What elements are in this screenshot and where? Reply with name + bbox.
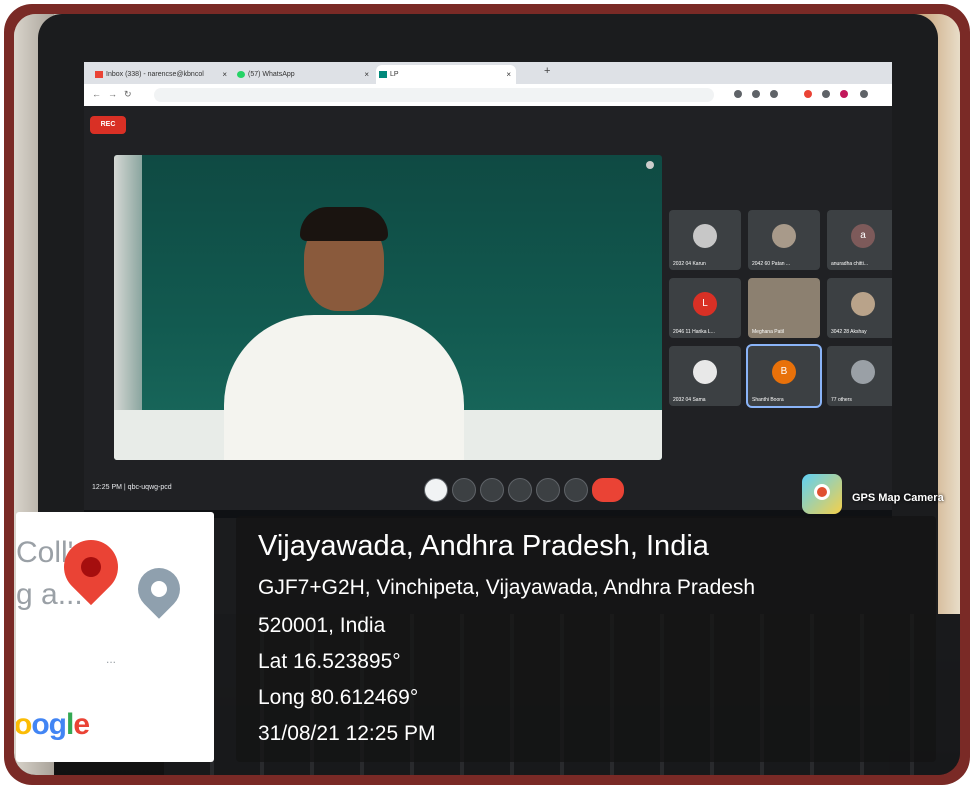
mic-off-icon (646, 161, 654, 169)
back-icon[interactable]: ← (92, 89, 101, 99)
avatar (851, 292, 875, 316)
longitude: Long 80.612469° (258, 686, 419, 709)
participant-tile[interactable]: 2032 04 Sama (669, 346, 741, 406)
camera-icon[interactable] (734, 90, 742, 98)
leave-call-button[interactable] (592, 478, 624, 502)
whatsapp-icon (237, 71, 245, 78)
others-tile[interactable]: 77 others (827, 346, 892, 406)
avatar (772, 224, 796, 248)
puzzle-icon[interactable] (822, 90, 830, 98)
more-options-button[interactable] (564, 478, 588, 502)
speaker-body (224, 315, 464, 460)
reload-icon[interactable]: ↻ (124, 89, 132, 100)
extension-icon[interactable] (804, 90, 812, 98)
participant-tile[interactable]: L 2046 11 Harika L... (669, 278, 741, 338)
mic-button[interactable] (424, 478, 448, 502)
address-line: GJF7+G2H, Vinchipeta, Vijayawada, Andhra… (258, 576, 756, 599)
avatar (693, 224, 717, 248)
close-icon[interactable]: × (364, 65, 369, 84)
present-button[interactable] (536, 478, 560, 502)
forward-icon[interactable]: → (108, 89, 117, 99)
avatar: a (851, 224, 875, 248)
participant-tile[interactable]: 2042 60 Patan ... (748, 210, 820, 270)
menu-icon[interactable] (860, 90, 868, 98)
participant-tile[interactable]: 3042 28 Akshay (827, 278, 892, 338)
main-video (114, 155, 662, 460)
meeting-time: 12:25 PM | qbc-uqwg-pcd (92, 484, 172, 491)
avatar (693, 360, 717, 384)
camera-button[interactable] (452, 478, 476, 502)
google-logo: oogle (16, 708, 90, 741)
address-bar-row: ← → ↻ (84, 84, 892, 106)
new-tab-button[interactable]: + (544, 65, 550, 77)
avatar (851, 360, 875, 384)
avatar[interactable] (840, 90, 848, 98)
rec-badge: REC (90, 116, 126, 134)
location-title: Vijayawada, Andhra Pradesh, India (258, 530, 709, 562)
participant-tile[interactable]: 2032 04 Karun (669, 210, 741, 270)
gmail-icon (95, 71, 103, 78)
laptop-screen: Inbox (338) - narencse@kbncol × (57) What… (84, 62, 892, 518)
latitude: Lat 16.523895° (258, 650, 401, 673)
captions-button[interactable] (480, 478, 504, 502)
star-icon[interactable] (770, 90, 778, 98)
place-pin-icon (129, 559, 189, 619)
participant-tile[interactable]: Meghana Patil (748, 278, 820, 338)
datetime: 31/08/21 12:25 PM (258, 722, 436, 745)
tab-gmail[interactable]: Inbox (338) - narencse@kbncol × (92, 65, 232, 84)
participant-tile-speaking[interactable]: B Shanthi Boora (748, 346, 820, 406)
search-icon[interactable] (752, 90, 760, 98)
address-input[interactable] (154, 88, 714, 102)
speaker-hair (300, 207, 388, 241)
raise-hand-button[interactable] (508, 478, 532, 502)
gps-app-label: GPS Map Camera (852, 492, 944, 504)
participant-tile[interactable]: a anuradha chitti... (827, 210, 892, 270)
location-overlay: Vijayawada, Andhra Pradesh, India GJF7+G… (236, 516, 936, 762)
gps-map-camera-icon (802, 474, 842, 514)
tab-whatsapp[interactable]: (57) WhatsApp × (234, 65, 374, 84)
address-line: 520001, India (258, 614, 386, 637)
map-dots: ... (106, 652, 117, 666)
meet-icon (379, 71, 387, 78)
meet-controls: 12:25 PM | qbc-uqwg-pcd (84, 470, 892, 510)
close-icon[interactable]: × (222, 65, 227, 84)
avatar: B (772, 360, 796, 384)
tab-meet[interactable]: LP × (376, 65, 516, 84)
avatar: L (693, 292, 717, 316)
map-thumbnail: Coll'e g a... ... oogle (16, 512, 214, 762)
close-icon[interactable]: × (506, 65, 511, 84)
browser-tabbar: Inbox (338) - narencse@kbncol × (57) What… (84, 62, 892, 84)
